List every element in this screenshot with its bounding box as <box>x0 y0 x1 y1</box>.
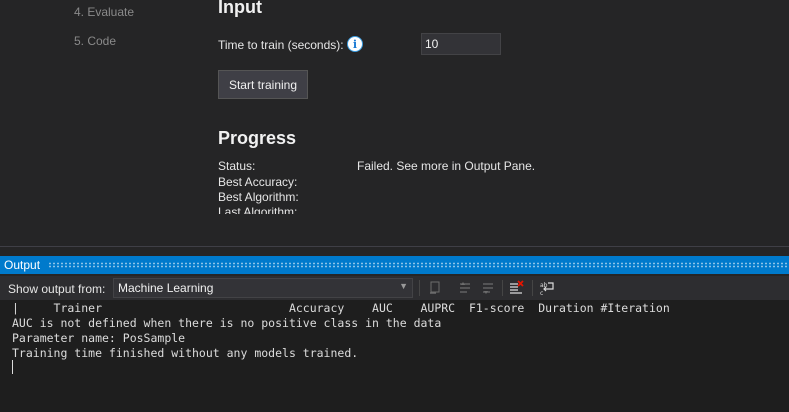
output-title: Output <box>4 258 45 272</box>
output-line: Parameter name: PosSample <box>12 331 186 345</box>
output-title-bar[interactable]: Output <box>0 256 789 274</box>
pane-splitter[interactable] <box>0 246 789 247</box>
time-to-train-input[interactable] <box>421 33 501 55</box>
go-to-previous-message-icon[interactable] <box>457 280 473 296</box>
chevron-down-icon: ▼ <box>399 281 408 291</box>
show-output-from-label: Show output from: <box>8 282 106 296</box>
toolbar-separator <box>502 280 503 296</box>
output-line: AUC is not defined when there is no posi… <box>12 316 442 330</box>
best-accuracy-label: Best Accuracy: <box>218 175 298 189</box>
find-message-in-code-icon[interactable] <box>428 280 444 296</box>
toolbar-separator <box>532 280 533 296</box>
info-icon[interactable]: i <box>347 36 363 52</box>
best-algorithm-label: Best Algorithm: <box>218 190 299 204</box>
step-evaluate[interactable]: 4. Evaluate <box>74 5 134 19</box>
go-to-next-message-icon[interactable] <box>480 280 496 296</box>
step-code[interactable]: 5. Code <box>74 34 116 48</box>
svg-text:c: c <box>540 290 543 296</box>
model-builder-panel: 4. Evaluate 5. Code Input Time to train … <box>0 0 789 246</box>
output-console[interactable]: | Trainer Accuracy AUC AUPRC F1-score Du… <box>0 300 789 412</box>
title-bar-grip <box>48 262 789 268</box>
last-algorithm-clip: Last Algorithm: <box>218 205 297 214</box>
toolbar-separator <box>419 280 420 296</box>
output-line: | Trainer Accuracy AUC AUPRC F1-score Du… <box>12 301 670 315</box>
output-line: Training time finished without any model… <box>12 346 359 360</box>
last-algorithm-label: Last Algorithm: <box>218 205 298 214</box>
progress-heading: Progress <box>218 128 297 148</box>
output-source-value: Machine Learning <box>118 281 214 295</box>
text-caret <box>12 360 13 374</box>
output-toolbar: Show output from: Machine Learning ▼ ab … <box>0 276 789 300</box>
svg-text:ab: ab <box>540 282 548 289</box>
status-label: Status: <box>218 159 256 173</box>
status-value: Failed. See more in Output Pane. <box>357 159 536 173</box>
clear-all-icon[interactable] <box>508 280 524 296</box>
time-to-train-label: Time to train (seconds): <box>218 38 344 52</box>
input-heading: Input <box>218 0 262 17</box>
output-source-select[interactable]: Machine Learning ▼ <box>113 278 413 298</box>
start-training-button[interactable]: Start training <box>218 70 308 99</box>
word-wrap-icon[interactable]: ab c <box>539 280 555 296</box>
